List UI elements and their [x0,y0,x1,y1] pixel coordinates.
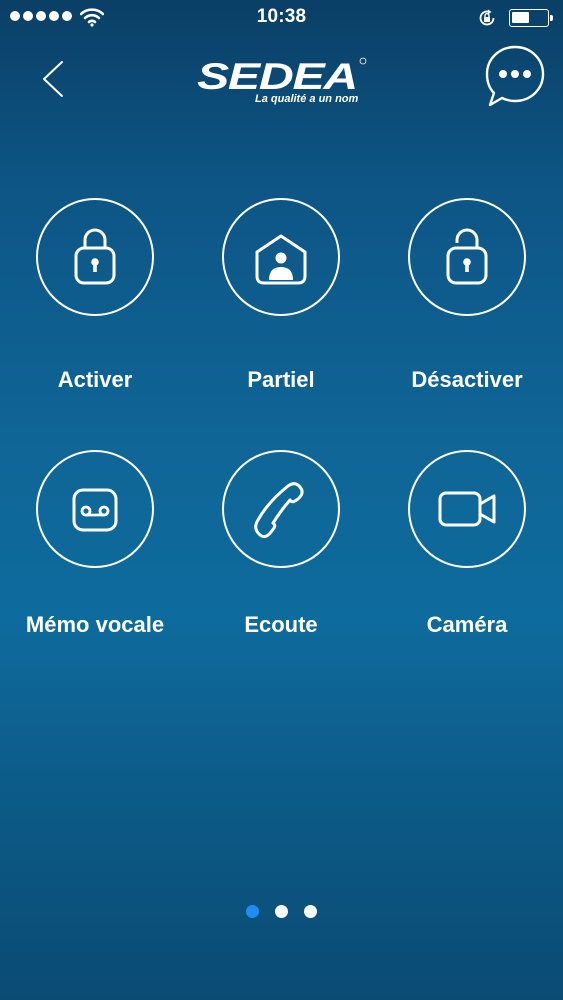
partiel-circle [222,198,340,316]
home-person-icon [255,234,307,285]
activer-button[interactable]: Activer [6,198,186,398]
lock-open-icon [446,228,488,285]
sedea-logo-mark: SEDEA [197,56,367,94]
activer-circle [36,198,154,316]
partiel-button[interactable]: Partiel [192,198,372,398]
battery-icon [509,9,553,27]
page-dot-2[interactable] [275,905,288,918]
desactiver-label: Désactiver [411,367,523,392]
desactiver-button[interactable]: Désactiver [378,198,558,398]
ecoute-button[interactable]: Ecoute [192,450,372,650]
page-dot-3[interactable] [304,905,317,918]
battery-fill [512,12,529,23]
back-button[interactable] [36,56,70,102]
desactiver-circle [408,198,526,316]
logo-wordmark: SEDEA [197,56,357,94]
ecoute-circle [222,450,340,568]
rotation-lock-icon [479,9,495,26]
memo-vocale-button[interactable]: Mémo vocale [6,450,186,650]
camera-button[interactable]: Caméra [378,450,558,650]
phone-handset-icon [254,482,304,539]
status-bar: 10:38 [0,0,563,36]
chat-button[interactable] [484,44,546,110]
camera-circle [408,450,526,568]
lock-closed-icon [74,228,116,285]
voicemail-icon [72,488,118,532]
page-indicator [246,905,317,918]
logo-tagline: La qualité a un nom [255,93,359,105]
sedea-logo: SEDEA La qualité a un nom [193,56,371,108]
camera-label: Caméra [426,612,508,637]
memo-vocale-circle [36,450,154,568]
page-dot-1[interactable] [246,905,259,918]
video-camera-icon [438,491,496,527]
